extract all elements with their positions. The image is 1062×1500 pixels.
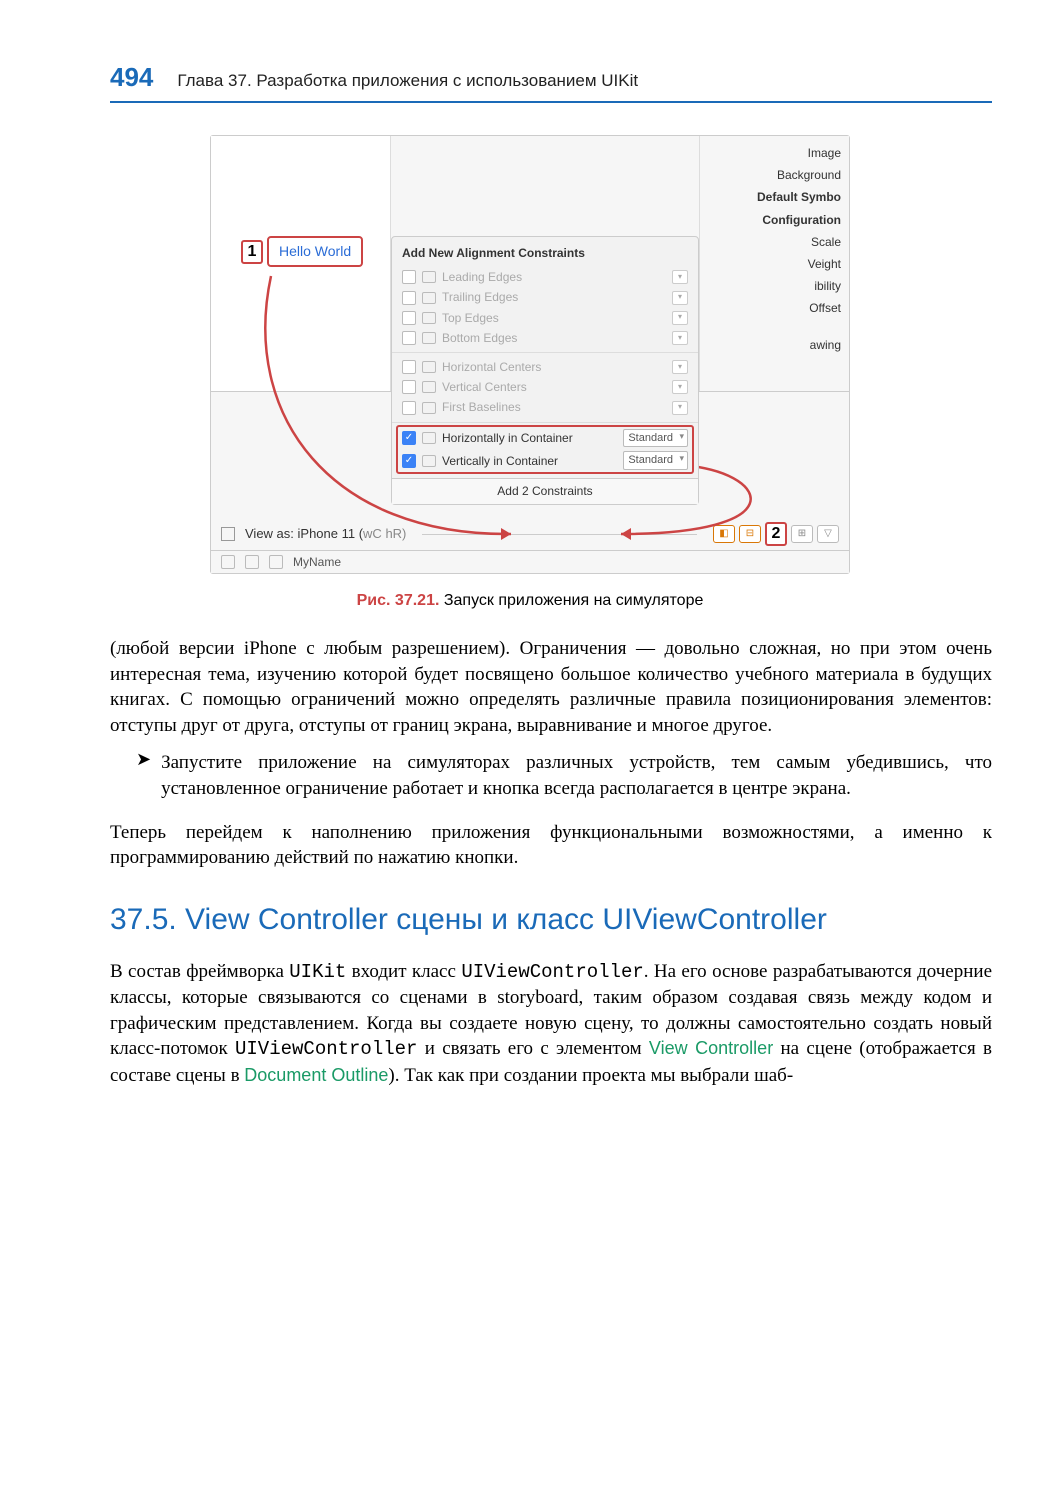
checkbox-checked-icon[interactable]: ✓ <box>402 454 416 468</box>
constraint-bottom-edges[interactable]: Bottom Edges ▾ <box>402 328 688 348</box>
prop-offset: Offset <box>704 297 841 319</box>
checkbox-icon[interactable] <box>402 401 416 415</box>
prop-image: Image <box>704 142 841 164</box>
paragraph-3: В состав фреймворка UIKit входит класс U… <box>110 959 992 1089</box>
constraint-horizontally-in-container[interactable]: ✓ Horizontally in Container Standard <box>402 427 688 450</box>
dropdown-icon[interactable]: ▾ <box>672 360 688 374</box>
storyboard-canvas[interactable]: 1 Hello World <box>211 136 391 391</box>
popover-title: Add New Alignment Constraints <box>402 245 688 261</box>
code-uiviewcontroller: UIViewController <box>461 961 643 983</box>
constraint-vertical-centers[interactable]: Vertical Centers ▾ <box>402 377 688 397</box>
doc-icon[interactable] <box>269 555 283 569</box>
constraint-trailing-edges[interactable]: Trailing Edges ▾ <box>402 287 688 307</box>
view-as-label[interactable]: View as: iPhone 11 (wC hR) <box>245 525 406 543</box>
resolve-icon[interactable]: ▽ <box>817 525 839 543</box>
constraint-top-edges[interactable]: Top Edges ▾ <box>402 308 688 328</box>
bullet-arrow-icon: ➤ <box>136 750 151 801</box>
checkbox-icon[interactable] <box>402 291 416 305</box>
prop-awing: awing <box>704 334 841 356</box>
align-icon <box>422 432 436 444</box>
term-document-outline: Document Outline <box>244 1065 388 1085</box>
align-icon <box>422 312 436 324</box>
align-icon[interactable]: ⊟ <box>739 525 761 543</box>
align-icon <box>422 332 436 344</box>
checkbox-icon[interactable] <box>402 270 416 284</box>
paragraph-1: (любой версии iPhone с любым разрешением… <box>110 636 992 739</box>
alignment-constraints-popover: Add New Alignment Constraints Leading Ed… <box>391 236 699 505</box>
prop-default-symbol: Default Symbo <box>704 186 841 208</box>
standard-dropdown[interactable]: Standard <box>623 429 688 448</box>
align-icon <box>422 402 436 414</box>
page-header: 494 Глава 37. Разработка приложения с ис… <box>110 60 992 103</box>
checkbox-checked-icon[interactable]: ✓ <box>402 431 416 445</box>
prop-scale: Scale <box>704 231 841 253</box>
figure-caption-text: Запуск приложения на симуляторе <box>444 592 704 609</box>
code-uikit: UIKit <box>289 961 346 983</box>
grid-icon[interactable] <box>245 555 259 569</box>
figure-number: Рис. 37.21. <box>357 592 440 609</box>
panel-toggle-icon[interactable] <box>221 527 235 541</box>
dropdown-icon[interactable]: ▾ <box>672 331 688 345</box>
project-bottom-bar: MyName <box>211 550 849 573</box>
prop-weight: Veight <box>704 253 841 275</box>
dropdown-icon[interactable]: ▾ <box>672 401 688 415</box>
standard-dropdown[interactable]: Standard <box>623 451 688 470</box>
page-number: 494 <box>110 60 153 95</box>
dropdown-icon[interactable]: ▾ <box>672 291 688 305</box>
bullet-item: ➤ Запустите приложение на симуляторах ра… <box>136 750 992 801</box>
align-icon <box>422 455 436 467</box>
prop-background: Background <box>704 164 841 186</box>
term-view-controller: View Controller <box>649 1038 773 1058</box>
add-constraints-button[interactable]: Add 2 Constraints <box>392 478 698 504</box>
callout-1: 1 <box>241 240 263 264</box>
constraint-horizontal-centers[interactable]: Horizontal Centers ▾ <box>402 357 688 377</box>
align-icon <box>422 361 436 373</box>
hello-world-button[interactable]: Hello World <box>267 236 363 267</box>
pin-icon[interactable]: ⊞ <box>791 525 813 543</box>
chapter-title: Глава 37. Разработка приложения с исполь… <box>177 70 638 93</box>
figure-37-21: 1 Hello World Add New Alignment Constrai… <box>210 135 850 612</box>
constraint-first-baselines[interactable]: First Baselines ▾ <box>402 397 688 417</box>
figure-caption: Рис. 37.21. Запуск приложения на симулят… <box>210 590 850 612</box>
interface-builder-panel: 1 Hello World Add New Alignment Constrai… <box>210 135 850 574</box>
code-uiviewcontroller-2: UIViewController <box>235 1038 417 1060</box>
section-37-5-title: 37.5. View Controller сцены и класс UIVi… <box>110 901 992 939</box>
inspector-sidebar: Image Background Default Symbo Configura… <box>699 136 849 391</box>
outline-icon[interactable] <box>221 555 235 569</box>
bullet-text: Запустите приложение на симуляторах разл… <box>161 750 992 801</box>
dropdown-icon[interactable]: ▾ <box>672 380 688 394</box>
constraint-vertically-in-container[interactable]: ✓ Vertically in Container Standard <box>402 449 688 472</box>
checkbox-icon[interactable] <box>402 360 416 374</box>
align-icon <box>422 292 436 304</box>
align-icon <box>422 381 436 393</box>
constraint-leading-edges[interactable]: Leading Edges ▾ <box>402 267 688 287</box>
project-name: MyName <box>293 554 341 570</box>
callout-2: 2 <box>765 522 787 546</box>
checkbox-icon[interactable] <box>402 331 416 345</box>
dropdown-icon[interactable]: ▾ <box>672 270 688 284</box>
stack-icon[interactable]: ◧ <box>713 525 735 543</box>
checkbox-icon[interactable] <box>402 311 416 325</box>
checkbox-icon[interactable] <box>402 380 416 394</box>
align-icon <box>422 271 436 283</box>
paragraph-2: Теперь перейдем к наполнению приложения … <box>110 820 992 871</box>
dropdown-icon[interactable]: ▾ <box>672 311 688 325</box>
prop-configuration: Configuration <box>704 209 841 231</box>
prop-ibility: ibility <box>704 275 841 297</box>
